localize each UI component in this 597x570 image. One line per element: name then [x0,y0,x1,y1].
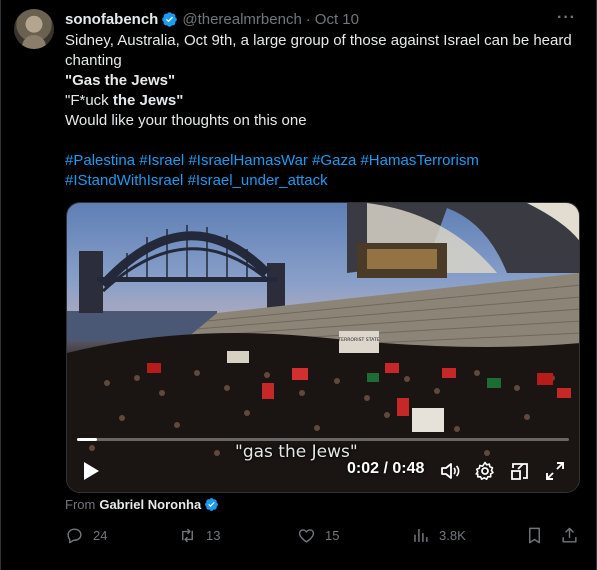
heart-icon [298,529,315,543]
hashtag-link[interactable]: #Israel [139,152,184,169]
volume-icon[interactable] [439,460,461,482]
verified-badge-icon [162,11,178,27]
source-name[interactable]: Gabriel Noronha [99,497,201,512]
author-avatar[interactable] [14,9,54,49]
repost-count: 13 [206,528,221,543]
hashtag-row-1: #Palestina #Israel #IsraelHamasWar #Gaza… [65,151,580,171]
quote-prefix: "F*uck [65,92,113,109]
post-header: sonofabench @therealmrbench · Oct 10 ··· [65,9,576,29]
settings-gear-icon[interactable] [474,460,496,482]
post-actions: 24 13 15 3.8K [65,526,580,548]
like-button[interactable]: 15 [297,526,339,545]
reply-icon [67,528,82,544]
play-icon[interactable] [82,461,100,481]
bookmark-icon [529,527,540,544]
like-count: 15 [325,528,340,543]
views-button[interactable]: 3.8K [411,526,466,545]
video-progress-fill [77,438,97,441]
hashtag-link[interactable]: #HamasTerrorism [360,152,478,169]
video-progress-bar[interactable] [77,438,569,441]
post-text: Sidney, Australia, Oct 9th, a large grou… [65,31,580,191]
post-text-quote-2: "F*uck the Jews" [65,91,580,111]
hashtag-link[interactable]: #Israel_under_attack [188,172,328,189]
protest-sign-text: TERRORIST STATE [337,337,379,343]
verified-badge-icon [205,498,219,511]
post-text-line: Would like your thoughts on this one [65,112,307,129]
reply-button[interactable]: 24 [65,526,107,545]
hashtag-link[interactable]: #Gaza [312,152,356,169]
more-options-button[interactable]: ··· [557,9,576,27]
views-chart-icon [414,529,428,542]
repost-icon [182,528,193,543]
hashtags: #Palestina #Israel #IsraelHamasWar #Gaza… [65,151,580,191]
post-text-line: Sidney, Australia, Oct 9th, a large grou… [65,32,572,69]
separator-dot: · [305,10,311,28]
post-date[interactable]: Oct 10 [315,11,359,28]
hashtag-link[interactable]: #Palestina [65,152,135,169]
fullscreen-icon[interactable] [544,460,566,482]
share-button[interactable] [560,526,579,545]
author-handle[interactable]: @therealmrbench [182,11,301,28]
post-container: sonofabench @therealmrbench · Oct 10 ···… [0,0,597,570]
video-source: From Gabriel Noronha [65,497,219,512]
hashtag-link[interactable]: #IStandWithIsrael [65,172,183,189]
source-label: From [65,497,96,512]
share-icon [562,527,577,543]
picture-in-picture-icon[interactable] [509,460,531,482]
bookmark-button[interactable] [525,526,544,545]
video-controls: 0:02 / 0:48 [67,455,579,485]
video-player[interactable]: TERRORIST STATE "gas the Jews" 0:02 / 0:… [66,202,580,493]
quote-bold: the Jews" [112,92,184,109]
view-count: 3.8K [439,528,466,543]
hashtag-link[interactable]: #IsraelHamasWar [188,152,307,169]
reply-count: 24 [93,528,108,543]
repost-button[interactable]: 13 [178,526,220,545]
video-time: 0:02 / 0:48 [347,460,425,477]
hashtag-row-2: #IStandWithIsrael #Israel_under_attack [65,171,580,191]
post-text-quote-1: "Gas the Jews" [65,72,176,89]
author-name[interactable]: sonofabench [65,11,158,28]
